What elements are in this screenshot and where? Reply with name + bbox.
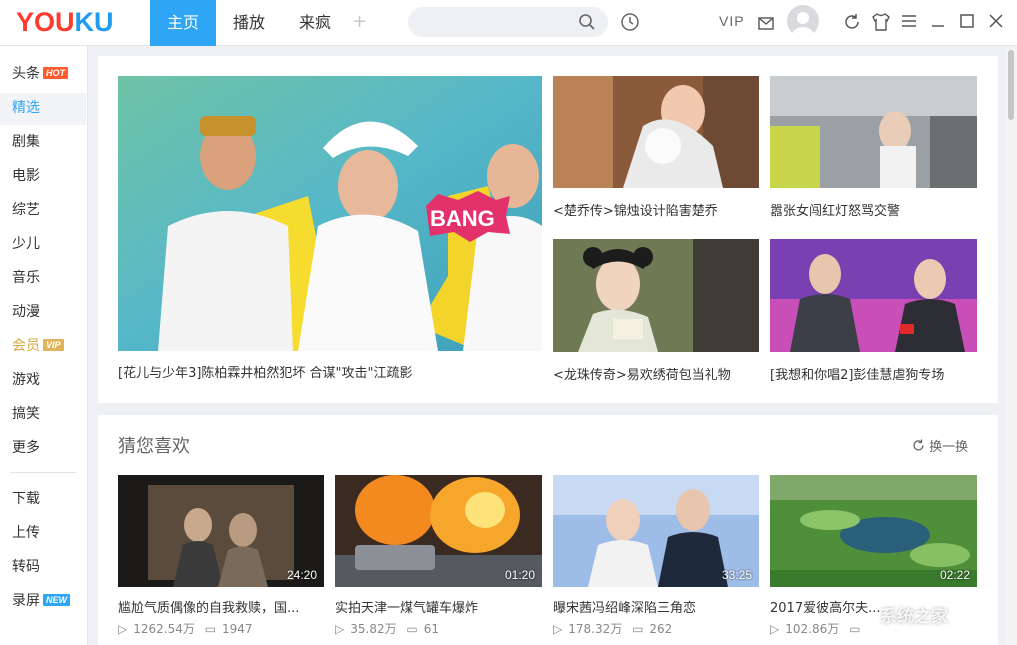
- comment-icon: ▭: [632, 622, 644, 636]
- sidebar-item-anime[interactable]: 动漫: [12, 302, 40, 322]
- skin-icon[interactable]: [871, 13, 891, 35]
- youku-logo[interactable]: YOUKU: [16, 7, 114, 38]
- featured-side-thumbnail-4[interactable]: [770, 239, 977, 352]
- add-tab-button[interactable]: +: [352, 11, 367, 32]
- video-duration: 24:20: [286, 568, 317, 582]
- vip-badge: VIP: [43, 339, 64, 351]
- menu-icon[interactable]: [901, 13, 917, 33]
- tab-home[interactable]: 主页: [150, 0, 216, 46]
- avatar[interactable]: [787, 5, 819, 37]
- maximize-icon[interactable]: [960, 13, 974, 33]
- featured-side-thumbnail-1[interactable]: [553, 76, 759, 188]
- title-bar: YOUKU 主页 播放 来疯 + VIP: [0, 0, 1017, 46]
- video-duration: 33:25: [721, 568, 752, 582]
- sidebar-item-featured[interactable]: 精选: [12, 98, 40, 118]
- sidebar-item-member[interactable]: 会员 VIP: [12, 336, 64, 356]
- refresh-button[interactable]: 换一换: [912, 436, 968, 455]
- sidebar-item-music[interactable]: 音乐: [12, 268, 40, 288]
- sidebar-item-kids[interactable]: 少儿: [12, 234, 40, 254]
- play-count-icon: ▷: [553, 622, 563, 636]
- video-thumbnail-4[interactable]: 02:22: [770, 475, 977, 587]
- hot-badge: HOT: [43, 67, 68, 79]
- video-duration: 01:20: [504, 568, 535, 582]
- refresh-small-icon: [913, 439, 924, 451]
- sidebar-item-games[interactable]: 游戏: [12, 370, 40, 390]
- sidebar-item-upload[interactable]: 上传: [12, 523, 40, 543]
- video-stats-3: ▷ 178.32万 ▭ 262: [553, 622, 673, 636]
- sidebar: 头条 HOT 精选 剧集 电影 综艺 少儿 音乐 动漫 会员 VIP 游戏 搞笑 更…: [0, 46, 88, 645]
- featured-side-thumbnail-3[interactable]: [553, 239, 759, 352]
- watermark: 系统之家: [880, 607, 948, 627]
- minimize-icon[interactable]: [931, 13, 945, 33]
- featured-side-thumbnail-2[interactable]: [770, 76, 977, 188]
- featured-main-thumbnail[interactable]: BANG: [118, 76, 542, 351]
- new-badge: NEW: [43, 594, 70, 606]
- play-count-icon: ▷: [118, 622, 128, 636]
- sidebar-item-series[interactable]: 剧集: [12, 132, 40, 152]
- sidebar-item-transcode[interactable]: 转码: [12, 557, 40, 577]
- video-stats-2: ▷ 35.82万 ▭ 61: [335, 622, 440, 636]
- search-input[interactable]: [408, 7, 608, 37]
- sidebar-item-funny[interactable]: 搞笑: [12, 404, 40, 424]
- sidebar-item-variety[interactable]: 综艺: [12, 200, 40, 220]
- sidebar-item-more[interactable]: 更多: [12, 438, 40, 458]
- sidebar-item-download[interactable]: 下载: [12, 489, 40, 509]
- video-thumbnail-2[interactable]: 01:20: [335, 475, 542, 587]
- comment-icon: ▭: [406, 622, 418, 636]
- video-thumbnail-3[interactable]: 33:25: [553, 475, 759, 587]
- featured-side-caption-2[interactable]: 嚣张女闯红灯怒骂交警: [770, 200, 977, 219]
- play-count-icon: ▷: [335, 622, 345, 636]
- scrollbar-thumb[interactable]: [1008, 50, 1014, 120]
- video-title-3[interactable]: 曝宋茜冯绍峰深陷三角恋: [553, 597, 759, 616]
- search-icon[interactable]: [578, 13, 596, 35]
- svg-text:BANG: BANG: [430, 206, 495, 231]
- play-count-icon: ▷: [770, 622, 780, 636]
- comment-icon: ▭: [849, 622, 861, 636]
- tab-laifeng[interactable]: 来疯: [282, 0, 348, 46]
- sidebar-divider: [10, 472, 76, 473]
- history-icon[interactable]: [620, 12, 640, 36]
- featured-side-caption-4[interactable]: [我想和你唱2]彭佳慧虐狗专场: [770, 364, 977, 383]
- scrollbar-track[interactable]: [1005, 46, 1017, 645]
- featured-side-caption-1[interactable]: <楚乔传>锦烛设计陷害楚乔: [553, 200, 759, 219]
- video-stats-4: ▷ 102.86万 ▭: [770, 622, 861, 636]
- sidebar-item-headlines[interactable]: 头条 HOT: [12, 64, 68, 84]
- video-stats-1: ▷ 1262.54万 ▭ 1947: [118, 622, 253, 636]
- sidebar-item-movies[interactable]: 电影: [12, 166, 40, 186]
- featured-side-caption-3[interactable]: <龙珠传奇>易欢绣荷包当礼物: [553, 364, 759, 383]
- video-title-1[interactable]: 尴尬气质偶像的自我救赎，国...: [118, 597, 324, 616]
- sidebar-item-record[interactable]: 录屏 NEW: [12, 591, 70, 611]
- video-thumbnail-1[interactable]: 24:20: [118, 475, 324, 587]
- tab-play[interactable]: 播放: [216, 0, 282, 46]
- close-icon[interactable]: [989, 13, 1003, 33]
- video-duration: 02:22: [939, 568, 970, 582]
- vip-link[interactable]: VIP: [719, 13, 745, 29]
- refresh-icon[interactable]: [843, 13, 861, 35]
- featured-main-caption[interactable]: [花儿与少年3]陈柏霖井柏然犯坏 合谋"攻击"江疏影: [118, 362, 542, 381]
- section-title: 猜您喜欢: [118, 436, 190, 457]
- video-title-2[interactable]: 实拍天津一煤气罐车爆炸: [335, 597, 542, 616]
- comment-icon: ▭: [204, 622, 217, 636]
- mail-icon[interactable]: [758, 15, 774, 34]
